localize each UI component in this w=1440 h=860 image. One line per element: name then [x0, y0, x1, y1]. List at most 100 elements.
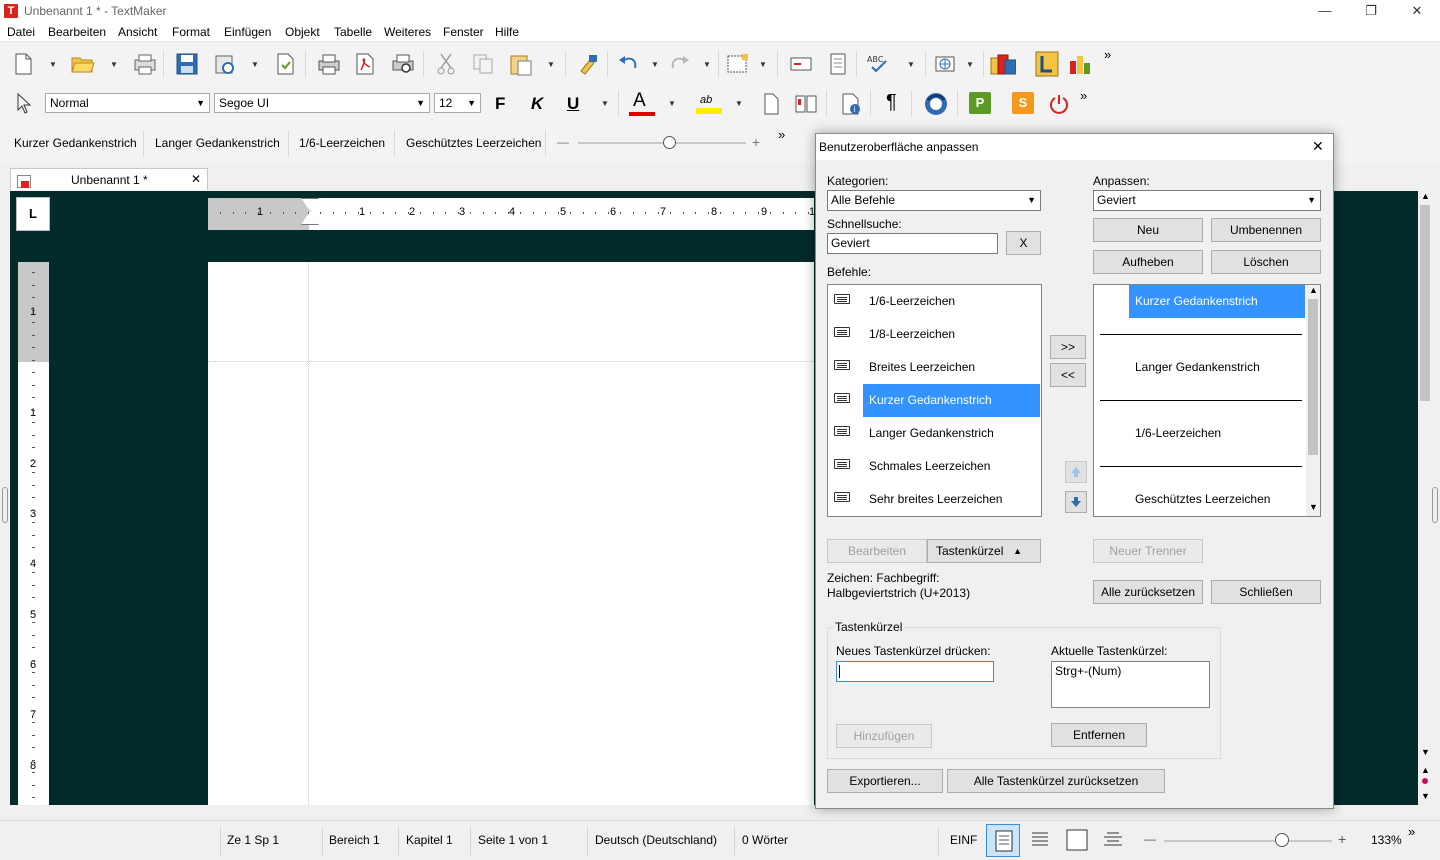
menu-einfuegen[interactable]: Einfügen	[224, 25, 271, 39]
paragraph-format-icon[interactable]	[758, 91, 784, 117]
vertical-scrollbar[interactable]: ▲ ▼ ▲ ▼	[1418, 191, 1432, 805]
remove-command-button[interactable]: <<	[1050, 363, 1086, 387]
close-dialog-button[interactable]: Schließen	[1211, 580, 1321, 604]
document-tab-close-icon[interactable]: ✕	[191, 172, 201, 186]
books-icon[interactable]	[990, 51, 1016, 77]
scroll-down-icon[interactable]: ▼	[1309, 502, 1318, 512]
zoom-in-button[interactable]: +	[752, 134, 760, 150]
print-icon[interactable]	[316, 51, 342, 77]
browse-object-icon[interactable]	[1422, 778, 1428, 784]
menu-bearbeiten[interactable]: Bearbeiten	[48, 25, 106, 39]
font-select[interactable]: Segoe UI ▼	[214, 93, 430, 113]
rename-toolbar-button[interactable]: Umbenennen	[1211, 218, 1321, 242]
scrollbar-thumb[interactable]	[1308, 299, 1318, 455]
outline-view-icon[interactable]	[1030, 830, 1050, 853]
toolbar-items-list[interactable]: Geschütztes Leerzeichen 1/6-Leerzeichen La…	[1093, 284, 1321, 517]
command-list-item[interactable]: Langer Gedankenstrich	[828, 417, 1040, 450]
scroll-down-icon[interactable]: ▼	[1421, 747, 1430, 757]
quicksearch-input[interactable]: Geviert	[827, 233, 998, 254]
redo-icon[interactable]	[667, 51, 693, 77]
customize-select[interactable]: Geviert ▼	[1093, 190, 1321, 211]
sechstel-leerzeichen-button[interactable]: 1/6-Leerzeichen	[299, 136, 385, 150]
text-color-button[interactable]: A	[628, 90, 656, 118]
menu-hilfe[interactable]: Hilfe	[495, 25, 519, 39]
commands-list[interactable]: 1/6-Leerzeichen 1/8-Leerzeichen Breites Le…	[827, 284, 1042, 517]
restore-button[interactable]: ❐	[1348, 0, 1394, 22]
toolbar-list-item[interactable]: Kurzer Gedankenstrich	[1094, 285, 1305, 351]
new-document-icon[interactable]	[10, 51, 36, 77]
horizontal-ruler[interactable]: 112345678910	[208, 198, 821, 230]
normal-view-button[interactable]	[986, 824, 1020, 857]
symbol-size-slider-thumb[interactable]	[663, 136, 676, 149]
right-panel-handle[interactable]	[1432, 487, 1438, 523]
scroll-up-icon[interactable]: ▲	[1421, 191, 1430, 201]
command-list-item[interactable]: 1/6-Leerzeichen	[828, 285, 1040, 318]
pdf-export-icon[interactable]	[352, 51, 378, 77]
frame-icon[interactable]	[725, 51, 751, 77]
prev-page-icon[interactable]: ▲	[1421, 765, 1430, 775]
command-list-item[interactable]: Schmales Leerzeichen	[828, 450, 1040, 483]
underline-button[interactable]: U	[567, 94, 579, 114]
new-toolbar-button[interactable]: Neu	[1093, 218, 1203, 242]
new-separator-button[interactable]: Neuer Trenner	[1093, 539, 1203, 563]
lift-button[interactable]: Aufheben	[1093, 250, 1203, 274]
export-icon[interactable]	[272, 51, 298, 77]
command-list-item[interactable]: Kurzer Gedankenstrich	[828, 384, 1040, 417]
clear-search-button[interactable]: X	[1006, 231, 1041, 255]
left-panel-handle[interactable]	[2, 487, 8, 523]
menu-ansicht[interactable]: Ansicht	[118, 25, 157, 39]
format-painter-icon[interactable]	[575, 51, 601, 77]
print-preview-icon[interactable]	[390, 51, 416, 77]
reset-all-button[interactable]: Alle zurücksetzen	[1093, 580, 1203, 604]
export-button[interactable]: Exportieren...	[827, 769, 943, 793]
undo-dropdown-icon[interactable]: ▼	[651, 60, 659, 69]
edit-command-button[interactable]: Bearbeiten	[827, 539, 927, 563]
bold-button[interactable]: F	[495, 94, 505, 114]
symbol-size-slider[interactable]	[578, 142, 746, 144]
open-dropdown-icon[interactable]: ▼	[110, 60, 118, 69]
field-icon[interactable]	[788, 51, 814, 77]
draft-view-icon[interactable]	[1102, 830, 1124, 853]
menu-format[interactable]: Format	[172, 25, 210, 39]
paste-icon[interactable]	[508, 51, 534, 77]
power-icon[interactable]	[1046, 91, 1072, 117]
copy-icon[interactable]	[470, 51, 496, 77]
underline-dropdown-icon[interactable]: ▼	[601, 99, 609, 108]
presentations-button[interactable]: S	[1012, 92, 1034, 114]
zoom-out-button[interactable]: —	[557, 135, 569, 149]
standard-toolbar-more[interactable]: »	[1104, 47, 1111, 62]
menu-weiteres[interactable]: Weiteres	[384, 25, 431, 39]
remove-shortcut-button[interactable]: Entfernen	[1051, 723, 1147, 747]
minimize-button[interactable]: —	[1302, 0, 1348, 22]
columns-icon[interactable]	[793, 91, 819, 117]
info-icon[interactable]: i	[838, 91, 864, 117]
book-l-icon[interactable]	[1034, 51, 1060, 77]
menu-tabelle[interactable]: Tabelle	[334, 25, 372, 39]
delete-toolbar-button[interactable]: Löschen	[1211, 250, 1321, 274]
spellcheck-icon[interactable]: ABC	[866, 51, 892, 77]
status-insert-mode[interactable]: EINF	[950, 833, 977, 847]
shortcuts-toggle-button[interactable]: Tastenkürzel ▲	[927, 539, 1041, 563]
scroll-up-icon[interactable]: ▲	[1309, 285, 1318, 295]
chart-books-icon[interactable]	[1068, 51, 1094, 77]
zoom-slider[interactable]	[1164, 840, 1332, 842]
toolbar-items-scrollbar[interactable]: ▲ ▼	[1306, 285, 1320, 516]
dialog-close-icon[interactable]: ✕	[1312, 138, 1324, 155]
open-folder-icon[interactable]	[70, 51, 96, 77]
text-color-dropdown-icon[interactable]: ▼	[668, 99, 676, 108]
zoom-out-status-button[interactable]: —	[1144, 832, 1156, 846]
planmaker-button[interactable]: P	[969, 92, 991, 114]
save-icon[interactable]	[174, 51, 200, 77]
command-list-item[interactable]: 1/8-Leerzeichen	[828, 318, 1040, 351]
save-dropdown-icon[interactable]: ▼	[251, 60, 259, 69]
scrollbar-thumb[interactable]	[1420, 205, 1430, 401]
new-shortcut-input[interactable]	[836, 661, 994, 682]
page-icon[interactable]	[825, 51, 851, 77]
zoom-level[interactable]: 133%	[1371, 833, 1402, 847]
kurzer-gedankenstrich-button[interactable]: Kurzer Gedankenstrich	[14, 136, 137, 150]
menu-objekt[interactable]: Objekt	[285, 25, 320, 39]
add-command-button[interactable]: >>	[1050, 335, 1086, 359]
move-down-button[interactable]	[1065, 491, 1087, 513]
current-shortcuts-list[interactable]: Strg+-(Num)	[1051, 661, 1210, 708]
redo-dropdown-icon[interactable]: ▼	[703, 60, 711, 69]
